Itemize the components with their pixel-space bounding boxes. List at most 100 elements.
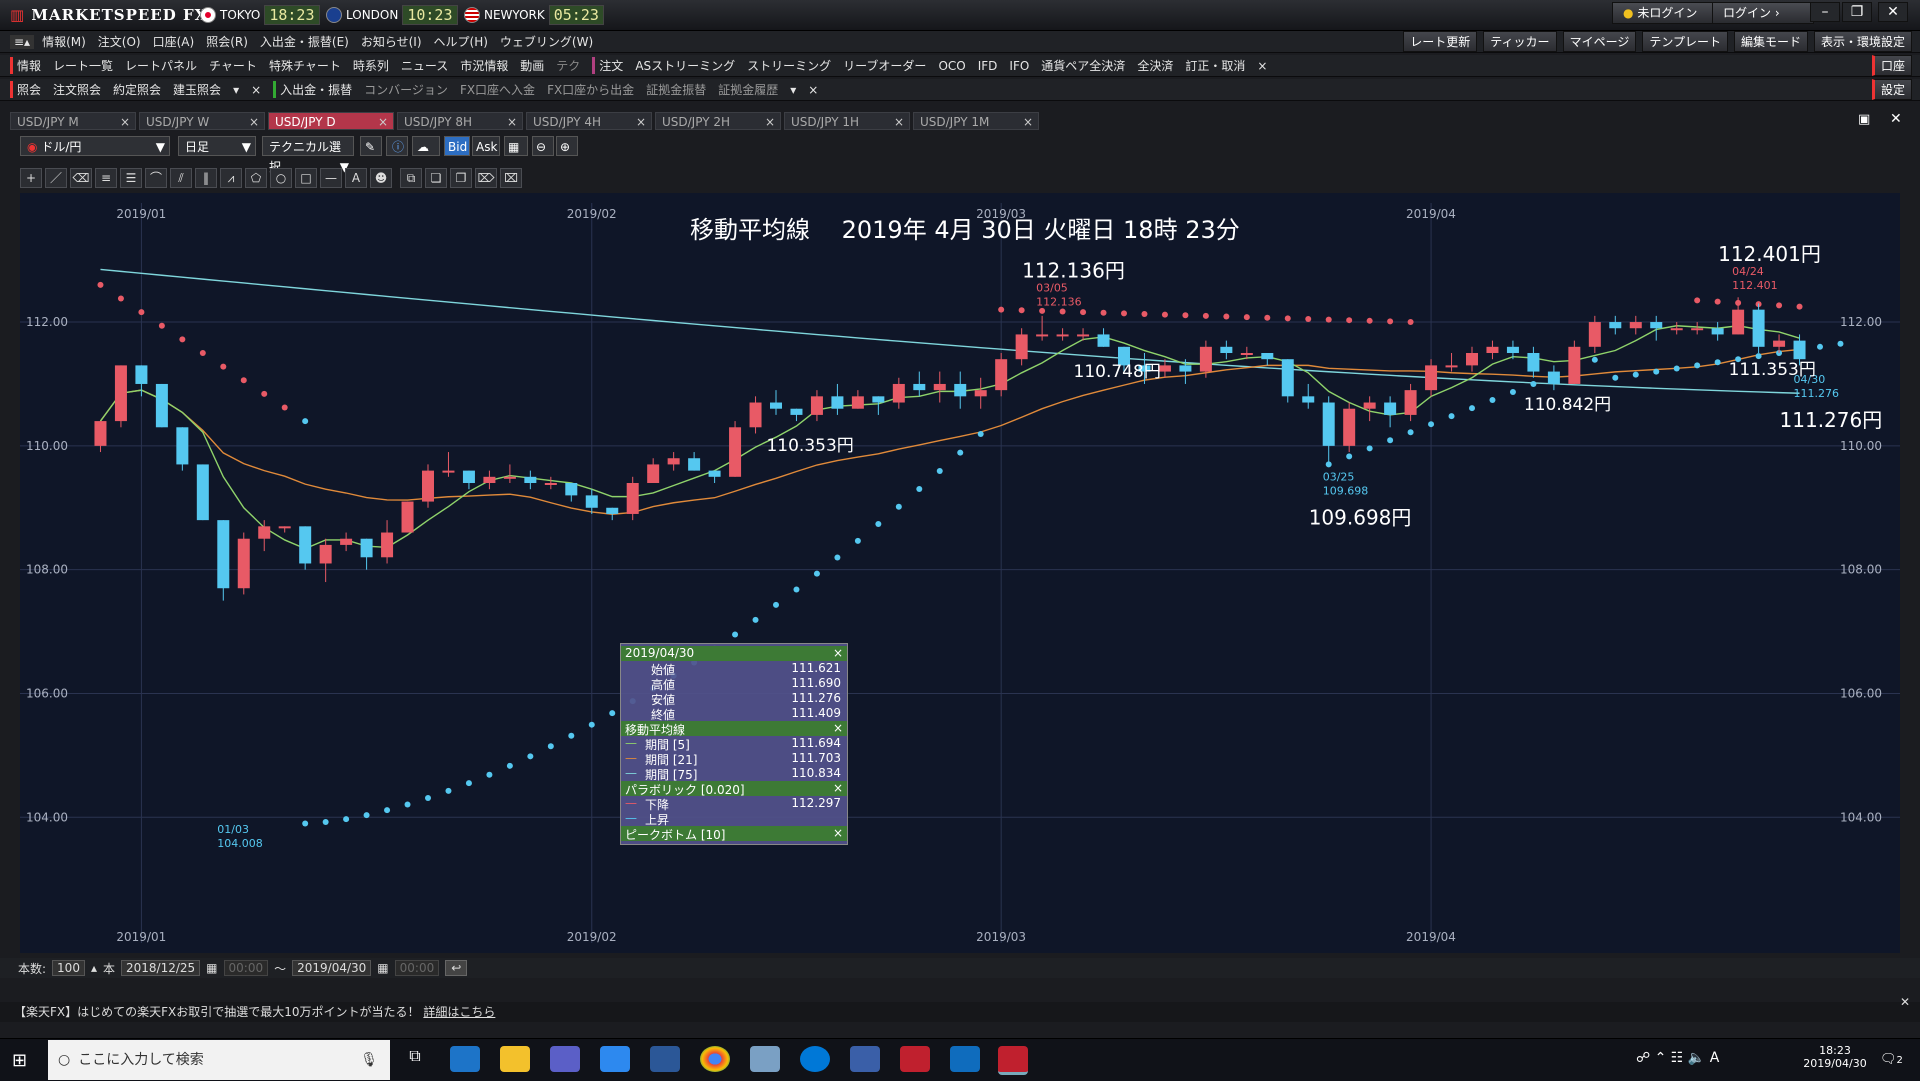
reload-icon[interactable]: ↩ bbox=[445, 960, 468, 976]
toolbar-transfer[interactable]: 入出金・振替 bbox=[273, 81, 352, 98]
toolbar-item[interactable]: 通貨ペア全決済 bbox=[1041, 57, 1125, 74]
close-icon[interactable]: × bbox=[833, 721, 843, 735]
icon-tool-icon[interactable]: ☻ bbox=[370, 168, 392, 188]
settings-button[interactable]: 設定 bbox=[1871, 79, 1912, 100]
toolbar-item[interactable]: 動画 bbox=[520, 57, 544, 74]
mypage-button[interactable]: マイページ bbox=[1562, 31, 1637, 52]
from-date[interactable]: 2018/12/25 bbox=[121, 960, 201, 976]
dropdown-icon[interactable]: ▾ bbox=[790, 83, 796, 97]
outlook-icon[interactable] bbox=[950, 1046, 980, 1072]
eraser-icon[interactable]: ⌫ bbox=[70, 168, 92, 188]
ad-link[interactable]: 詳細はこちら bbox=[423, 1005, 495, 1019]
rectangle-icon[interactable]: □ bbox=[295, 168, 317, 188]
calendar-icon[interactable]: ▦ bbox=[377, 961, 388, 975]
windows-start-icon[interactable]: ⊞ bbox=[12, 1050, 27, 1071]
toolbar-item[interactable]: コンバージョン bbox=[364, 81, 448, 98]
layers-icon[interactable]: ❏ bbox=[425, 168, 447, 188]
info-panel[interactable]: 2019/04/30 × 始値 111.621 高値 111.690 安値 111.276 終値… bbox=[620, 643, 848, 845]
close-icon[interactable]: × bbox=[1257, 59, 1267, 73]
menu-item[interactable]: 注文(O) bbox=[98, 33, 141, 50]
close-icon[interactable]: × bbox=[378, 113, 388, 131]
toolbar-item[interactable]: レートパネル bbox=[125, 57, 197, 74]
close-icon[interactable]: × bbox=[251, 83, 261, 97]
hline-icon[interactable]: — bbox=[320, 168, 342, 188]
toolbar-item[interactable]: ASストリーミング bbox=[635, 57, 735, 74]
tab-usdjpy-m[interactable]: USD/JPY M × bbox=[10, 112, 136, 130]
taskbar-search[interactable]: ○ ここに入力して検索 🎙 bbox=[48, 1040, 390, 1080]
close-icon[interactable]: × bbox=[636, 113, 646, 131]
pair-select[interactable]: ◉ ドル/円 ▼ bbox=[20, 136, 170, 156]
toolbar-item[interactable]: 注文照会 bbox=[53, 81, 101, 98]
count-stepper-icon[interactable]: ▴ bbox=[91, 961, 97, 975]
tab-usdjpy-4h[interactable]: USD/JPY 4H × bbox=[526, 112, 652, 130]
bid-button[interactable]: Bid bbox=[444, 136, 470, 156]
app-icon[interactable] bbox=[550, 1046, 580, 1072]
arc-icon[interactable]: ⌒ bbox=[145, 168, 167, 188]
toolbar-item[interactable]: リーブオーダー bbox=[843, 57, 926, 74]
notification-icon[interactable]: 🗨2 bbox=[1880, 1052, 1903, 1067]
tab-usdjpy-2h[interactable]: USD/JPY 2H × bbox=[655, 112, 781, 130]
app-icon[interactable] bbox=[600, 1046, 630, 1072]
window-close-icon[interactable]: ✕ bbox=[1890, 111, 1902, 127]
hamburger-icon[interactable]: ≡▴ bbox=[10, 34, 35, 49]
line-tool-icon[interactable]: ／ bbox=[45, 168, 67, 188]
toolbar-item[interactable]: レート一覧 bbox=[53, 57, 113, 74]
word-icon[interactable] bbox=[650, 1046, 680, 1072]
tab-usdjpy-w[interactable]: USD/JPY W × bbox=[139, 112, 265, 130]
toolbar-item[interactable]: 証拠金振替 bbox=[646, 81, 706, 98]
app-icon[interactable] bbox=[850, 1046, 880, 1072]
dropdown-icon[interactable]: ▾ bbox=[233, 83, 239, 97]
toolbar-item[interactable]: ニュース bbox=[401, 57, 448, 74]
edge-icon[interactable] bbox=[800, 1046, 830, 1072]
cycle-icon[interactable]: ‖ bbox=[195, 168, 217, 188]
to-time[interactable]: 00:00 bbox=[394, 960, 440, 976]
copy-icon[interactable]: ⧉ bbox=[400, 168, 422, 188]
close-icon[interactable]: × bbox=[120, 113, 130, 131]
toolbar-item[interactable]: OCO bbox=[938, 59, 965, 73]
stack-icon[interactable]: ❐ bbox=[450, 168, 472, 188]
close-icon[interactable]: ✕ bbox=[1900, 992, 1910, 1012]
edit-mode-button[interactable]: 編集モード bbox=[1733, 31, 1808, 52]
ask-button[interactable]: Ask bbox=[472, 136, 500, 156]
tab-usdjpy-d[interactable]: USD/JPY D × bbox=[268, 112, 394, 130]
toolbar-item[interactable]: 証拠金履歴 bbox=[718, 81, 778, 98]
toolbar-item[interactable]: 建玉照会 bbox=[173, 81, 221, 98]
toolbar-item[interactable]: 全決済 bbox=[1137, 57, 1173, 74]
fib-icon[interactable]: ☰ bbox=[120, 168, 142, 188]
chart-type-icon[interactable]: ▦ bbox=[504, 136, 528, 156]
calendar-icon[interactable]: ▦ bbox=[206, 961, 217, 975]
crosshair-icon[interactable]: + bbox=[20, 168, 42, 188]
toolbar-item[interactable]: FX口座へ入金 bbox=[460, 81, 535, 98]
marketspeed-active-icon[interactable] bbox=[998, 1046, 1028, 1075]
cloud-icon[interactable]: ☁ bbox=[412, 136, 440, 156]
toolbar-item[interactable]: 訂正・取消 bbox=[1185, 57, 1245, 74]
technical-select[interactable]: テクニカル選択 ▼ bbox=[262, 136, 354, 174]
login-status[interactable]: ● 未ログイン bbox=[1612, 2, 1718, 24]
circle-icon[interactable]: ○ bbox=[270, 168, 292, 188]
price-chart[interactable]: 104.00 104.00 106.00 106.00 108.00 108.00 110.… bbox=[20, 193, 1900, 953]
toolbar-item[interactable]: 約定照会 bbox=[113, 81, 161, 98]
close-icon[interactable]: × bbox=[765, 113, 775, 131]
close-icon[interactable]: × bbox=[808, 83, 818, 97]
toolbar-inquiry-label[interactable]: 照会 bbox=[10, 81, 41, 98]
from-time[interactable]: 00:00 bbox=[223, 960, 269, 976]
tab-usdjpy-8h[interactable]: USD/JPY 8H × bbox=[397, 112, 523, 130]
pentagon-icon[interactable]: ⬠ bbox=[245, 168, 267, 188]
close-button[interactable]: ✕ bbox=[1878, 2, 1908, 22]
toolbar-item[interactable]: チャート bbox=[209, 57, 257, 74]
close-icon[interactable]: × bbox=[507, 113, 517, 131]
taskbar-clock[interactable]: 18:23 2019/04/30 bbox=[1800, 1044, 1870, 1070]
toolbar-item[interactable]: 特殊チャート bbox=[269, 57, 341, 74]
menu-item[interactable]: お知らせ(I) bbox=[361, 33, 422, 50]
menu-item[interactable]: 入出金・振替(E) bbox=[260, 33, 349, 50]
menu-item[interactable]: ヘルプ(H) bbox=[434, 33, 488, 50]
channel-icon[interactable]: ≡ bbox=[95, 168, 117, 188]
pen-icon[interactable]: ✎ bbox=[360, 136, 382, 156]
text-tool-icon[interactable]: A bbox=[345, 168, 367, 188]
tray-icons[interactable]: ☍ ⌃ ☷ 🔈 A bbox=[1636, 1050, 1719, 1066]
view-settings-button[interactable]: 表示・環境設定 bbox=[1813, 31, 1912, 52]
close-icon[interactable]: × bbox=[833, 781, 843, 795]
close-icon[interactable]: × bbox=[1023, 113, 1033, 131]
app-icon[interactable] bbox=[750, 1046, 780, 1072]
ticker-button[interactable]: ティッカー bbox=[1483, 31, 1557, 52]
